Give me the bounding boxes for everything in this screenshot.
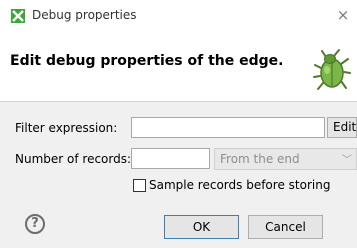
bug-icon [313,49,351,90]
dialog-header: Edit debug properties of the edge. [0,30,357,102]
help-icon[interactable]: ? [25,214,45,234]
debug-properties-dialog: Debug properties × Edit debug properties… [0,0,357,248]
filter-expression-input[interactable] [131,117,325,138]
filter-expression-label: Filter expression: [15,121,118,135]
title-bar: Debug properties × [0,0,357,30]
number-of-records-label: Number of records: [15,152,132,166]
records-mode-value: From the end [220,152,300,166]
sample-records-checkbox[interactable] [133,179,146,192]
edit-button[interactable]: Edit [327,117,357,138]
close-button[interactable]: × [333,5,353,25]
cancel-button[interactable]: Cancel [248,215,323,239]
ok-button[interactable]: OK [164,215,239,239]
number-of-records-input[interactable] [131,148,210,169]
records-mode-select[interactable]: From the end ﹀ [214,148,357,170]
header-message: Edit debug properties of the edge. [10,53,284,69]
chevron-down-icon: ﹀ [342,155,352,166]
app-icon [11,9,25,23]
window-title: Debug properties [32,8,137,22]
sample-records-label: Sample records before storing [149,178,331,192]
